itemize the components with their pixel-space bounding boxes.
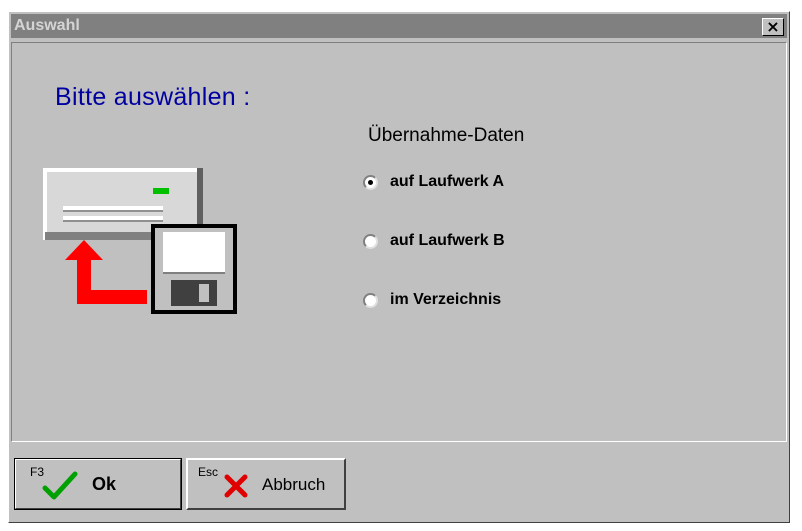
- ok-button-label: Ok: [92, 474, 117, 494]
- radio-button[interactable]: [363, 233, 378, 249]
- radio-directory[interactable]: im Verzeichnis: [363, 288, 501, 312]
- close-button[interactable]: ×: [762, 18, 784, 36]
- cancel-button[interactable]: Esc Abbruch: [186, 458, 346, 510]
- checkmark-icon: [42, 471, 78, 500]
- x-icon: [224, 474, 248, 498]
- radio-button[interactable]: [363, 174, 378, 190]
- radio-button[interactable]: [363, 292, 378, 308]
- radio-label: auf Laufwerk A: [390, 173, 505, 190]
- drive-to-floppy-icon: [43, 168, 237, 314]
- radio-drive-b[interactable]: auf Laufwerk B: [363, 229, 505, 253]
- group-title: Übernahme-Daten: [368, 125, 525, 146]
- radio-label: auf Laufwerk B: [390, 232, 505, 249]
- title-bar[interactable]: Auswahl ×: [11, 14, 787, 38]
- prompt-heading: Bitte auswählen :: [55, 83, 251, 111]
- radio-label: im Verzeichnis: [390, 291, 502, 308]
- radio-drive-a[interactable]: auf Laufwerk A: [363, 170, 504, 194]
- cancel-shortcut-key: Esc: [198, 465, 219, 479]
- ok-button[interactable]: F3 Ok: [14, 458, 182, 510]
- window-title: Auswahl: [14, 17, 80, 34]
- cancel-button-label: Abbruch: [262, 475, 326, 494]
